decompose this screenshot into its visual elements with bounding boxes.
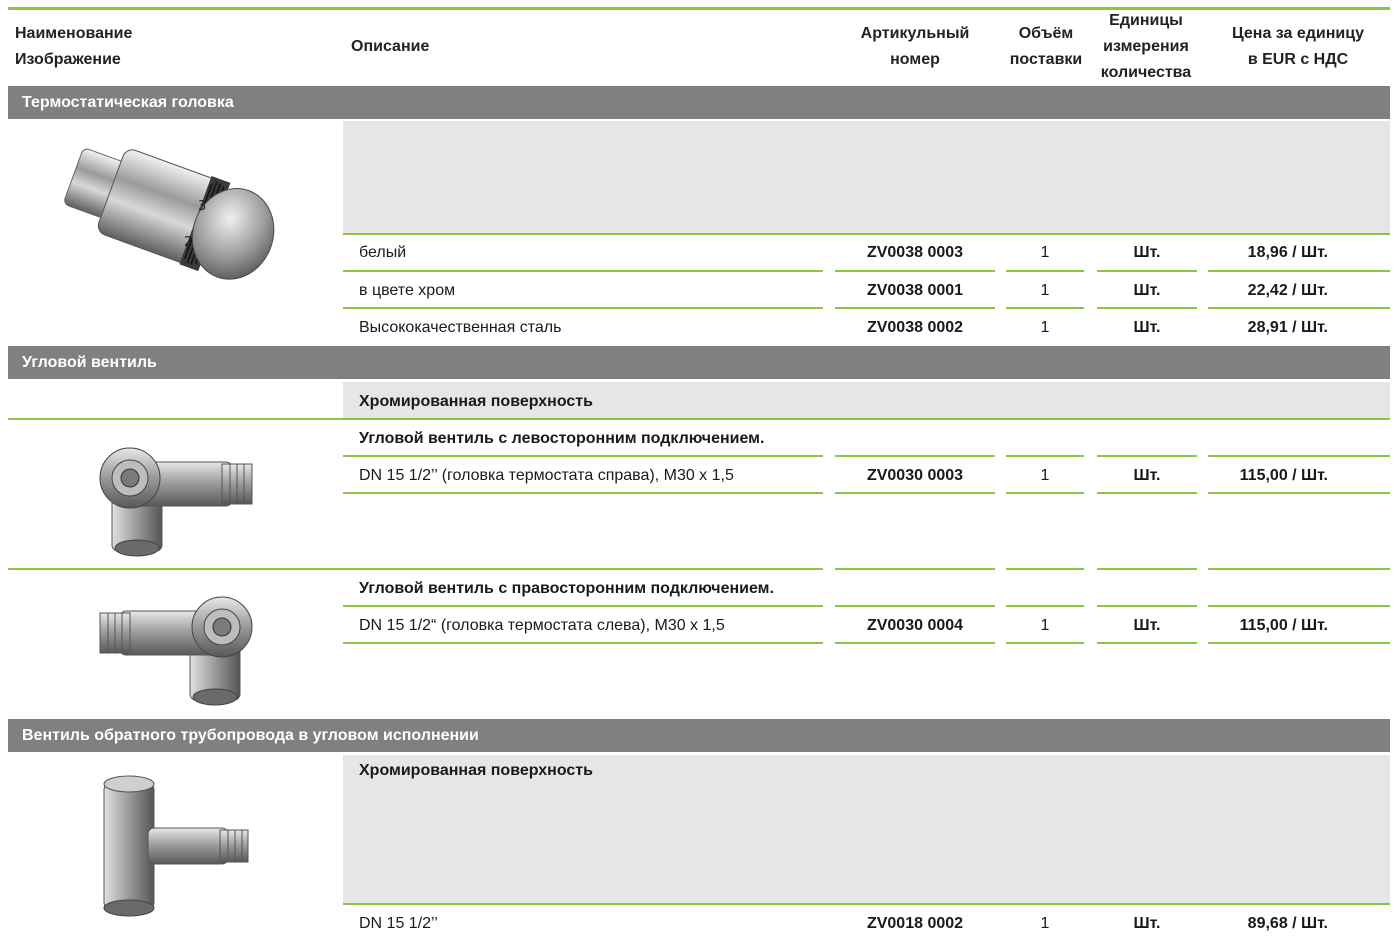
description-cell: DN 15 1/2“ (головка термостата слева), M… bbox=[359, 617, 725, 634]
article-cell: ZV0038 0002 bbox=[866, 319, 964, 336]
header-description: Описание bbox=[351, 38, 430, 55]
article-cell: ZV0018 0002 bbox=[866, 915, 964, 932]
row-rule bbox=[835, 307, 995, 309]
qty-cell: 1 bbox=[1040, 282, 1050, 299]
article-cell: ZV0038 0003 bbox=[866, 244, 964, 261]
article-cell: ZV0030 0003 bbox=[866, 467, 964, 484]
row-rule bbox=[1097, 307, 1197, 309]
row-rule bbox=[1208, 270, 1390, 272]
row-rule bbox=[1006, 492, 1084, 494]
row-rule bbox=[1006, 568, 1084, 570]
angle-valve-right-icon bbox=[99, 596, 253, 706]
article-cell: ZV0030 0004 bbox=[866, 617, 964, 634]
row-rule bbox=[835, 568, 995, 570]
thermostatic-head-image: 3 2 bbox=[50, 128, 300, 303]
description-cell: белый bbox=[359, 244, 407, 261]
price-cell: 115,00 / Шт. bbox=[1239, 617, 1328, 634]
group-heading-right: Угловой вентиль с правосторонним подключ… bbox=[359, 580, 774, 597]
price-cell: 28,91 / Шт. bbox=[1247, 319, 1328, 336]
section-title-thermostatic-head: Термостатическая головка bbox=[8, 86, 1390, 119]
row-rule bbox=[343, 307, 823, 309]
row-rule bbox=[1006, 455, 1084, 457]
row-rule bbox=[1208, 455, 1390, 457]
header-price: Цена за единицу в EUR с НДС bbox=[1232, 25, 1364, 68]
row-rule bbox=[343, 492, 823, 494]
row-rule bbox=[835, 270, 995, 272]
grey-description-area bbox=[343, 121, 1390, 233]
header-article: Артикульный номер bbox=[860, 25, 970, 68]
section-title-return-valve: Вентиль обратного трубопровода в угловом… bbox=[8, 719, 1390, 752]
row-rule bbox=[1208, 642, 1390, 644]
row-rule bbox=[1097, 605, 1197, 607]
row-rule bbox=[8, 418, 1390, 420]
row-rule bbox=[343, 270, 823, 272]
angle-valve-right-image bbox=[82, 585, 270, 709]
svg-text:3: 3 bbox=[198, 199, 206, 214]
description-cell: DN 15 1/2’’ bbox=[359, 915, 438, 932]
surface-label: Хромированная поверхность bbox=[359, 762, 593, 779]
angle-valve-left-image bbox=[82, 436, 270, 560]
thermostatic-head-icon: 3 2 bbox=[64, 148, 275, 280]
section-title-angle-valve: Угловой вентиль bbox=[8, 346, 1390, 379]
row-rule bbox=[835, 642, 995, 644]
row-rule bbox=[1097, 568, 1197, 570]
row-rule bbox=[343, 455, 823, 457]
row-rule bbox=[343, 903, 1390, 905]
row-rule bbox=[835, 605, 995, 607]
row-rule bbox=[1208, 307, 1390, 309]
article-cell: ZV0038 0001 bbox=[866, 282, 964, 299]
qty-cell: 1 bbox=[1040, 244, 1050, 261]
row-rule bbox=[1097, 642, 1197, 644]
description-cell: DN 15 1/2’’ (головка термостата справа),… bbox=[359, 467, 734, 484]
header-volume: Объём поставки bbox=[1009, 25, 1083, 68]
group-heading-left: Угловой вентиль с левосторонним подключе… bbox=[359, 430, 765, 447]
row-rule bbox=[835, 455, 995, 457]
row-rule bbox=[343, 233, 1390, 235]
row-rule bbox=[1208, 605, 1390, 607]
return-valve-image bbox=[72, 768, 280, 920]
return-valve-icon bbox=[103, 775, 249, 917]
row-rule bbox=[835, 492, 995, 494]
qty-cell: 1 bbox=[1040, 915, 1050, 932]
row-rule bbox=[1208, 492, 1390, 494]
row-rule bbox=[343, 605, 823, 607]
angle-valve-left-icon bbox=[99, 447, 253, 557]
unit-cell: Шт. bbox=[1133, 617, 1161, 634]
qty-cell: 1 bbox=[1040, 319, 1050, 336]
row-rule bbox=[1208, 568, 1390, 570]
row-rule bbox=[8, 568, 823, 570]
row-rule bbox=[1006, 307, 1084, 309]
description-cell: Высококачественная сталь bbox=[359, 319, 562, 336]
row-rule bbox=[1097, 270, 1197, 272]
unit-cell: Шт. bbox=[1133, 244, 1161, 261]
price-cell: 115,00 / Шт. bbox=[1239, 467, 1328, 484]
row-rule bbox=[1097, 492, 1197, 494]
qty-cell: 1 bbox=[1040, 617, 1050, 634]
header-name: Наименование Изображение bbox=[15, 25, 133, 68]
row-rule bbox=[1006, 605, 1084, 607]
price-cell: 18,96 / Шт. bbox=[1247, 244, 1328, 261]
price-cell: 22,42 / Шт. bbox=[1247, 282, 1328, 299]
row-rule bbox=[343, 642, 823, 644]
row-rule bbox=[1097, 455, 1197, 457]
unit-cell: Шт. bbox=[1133, 282, 1161, 299]
surface-label: Хромированная поверхность bbox=[359, 393, 593, 410]
unit-cell: Шт. bbox=[1133, 467, 1161, 484]
svg-text:2: 2 bbox=[184, 235, 192, 250]
row-rule bbox=[1006, 642, 1084, 644]
unit-cell: Шт. bbox=[1133, 319, 1161, 336]
header-units: Единицы измерения количества bbox=[1100, 12, 1192, 81]
price-cell: 89,68 / Шт. bbox=[1247, 915, 1328, 932]
description-cell: в цвете хром bbox=[359, 282, 456, 299]
unit-cell: Шт. bbox=[1133, 915, 1161, 932]
row-rule bbox=[1006, 270, 1084, 272]
qty-cell: 1 bbox=[1040, 467, 1050, 484]
